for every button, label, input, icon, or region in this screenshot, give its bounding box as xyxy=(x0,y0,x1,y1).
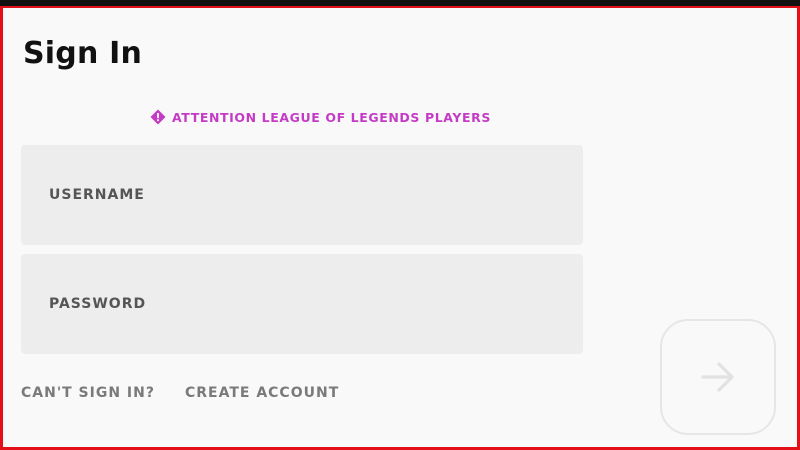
account-links: CAN'T SIGN IN? CREATE ACCOUNT xyxy=(21,385,339,401)
cant-sign-in-link[interactable]: CAN'T SIGN IN? xyxy=(21,385,155,401)
create-account-link[interactable]: CREATE ACCOUNT xyxy=(185,385,339,401)
sign-in-panel: Sign In ATTENTION LEAGUE OF LEGENDS PLAY… xyxy=(0,6,800,450)
username-input[interactable] xyxy=(21,145,583,245)
league-players-notice[interactable]: ATTENTION LEAGUE OF LEGENDS PLAYERS xyxy=(150,109,491,125)
alert-diamond-icon xyxy=(150,109,166,125)
username-field xyxy=(21,145,583,245)
arrow-right-icon xyxy=(701,362,734,392)
app-window: Sign In ATTENTION LEAGUE OF LEGENDS PLAY… xyxy=(0,0,800,450)
notice-text: ATTENTION LEAGUE OF LEGENDS PLAYERS xyxy=(172,109,491,125)
password-input[interactable] xyxy=(21,254,583,354)
sign-in-submit-button[interactable] xyxy=(660,319,776,435)
page-title: Sign In xyxy=(23,36,143,71)
password-field xyxy=(21,254,583,354)
